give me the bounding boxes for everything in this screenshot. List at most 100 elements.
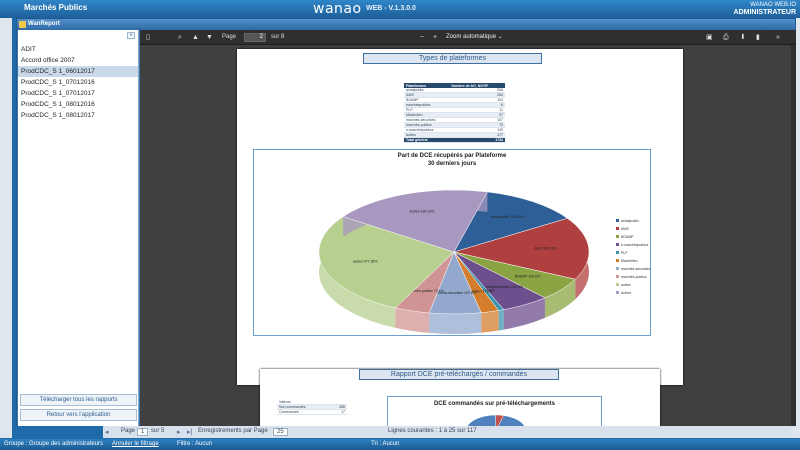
table-row: Commandés 17 xyxy=(277,409,347,415)
pdf-toolbar: ▯ ⌕ ▲ ▼ Page 2 sur 8 − + Zoom automatiqu… xyxy=(140,30,796,45)
next-page-arrow-icon[interactable]: ▼ xyxy=(206,34,213,41)
legend-swatch xyxy=(616,227,619,230)
orders-table: Valeurs Non commandés 388 Commandés 17 xyxy=(277,400,347,415)
page-label: Page xyxy=(222,34,237,40)
per-page-label: Enregistrements par Page xyxy=(198,428,268,434)
brand-logo: wanao xyxy=(313,1,362,17)
chevron-down-icon: ⌄ xyxy=(497,34,503,40)
table-cell: 1734 xyxy=(449,137,505,143)
tools-menu-icon[interactable]: » xyxy=(776,34,780,41)
report-list-item[interactable]: ProdCDC_S 1_08012016 xyxy=(18,99,138,110)
legend-label: achatpublic xyxy=(621,219,639,223)
legend-label: Maximilien xyxy=(621,259,638,263)
report-icon xyxy=(19,21,26,28)
legend-swatch xyxy=(616,259,619,262)
pie-slice-side xyxy=(481,310,499,333)
bookmark-icon[interactable]: ▮ xyxy=(756,34,760,41)
report-list: ADIT Accord office 2007 ProdCDC_S 1_060120… xyxy=(18,44,138,121)
report-list-item[interactable]: ProdCDC_S 1_08012017 xyxy=(18,110,138,121)
legend-label: AWS xyxy=(621,227,630,231)
app-title: Marchés Publics xyxy=(24,3,88,12)
report-list-item[interactable]: ADIT xyxy=(18,44,138,55)
next-page-icon[interactable]: ▸ xyxy=(177,428,181,436)
table-cell: Commandés xyxy=(277,409,330,415)
pie-data-label: autres 477 28% xyxy=(353,260,378,264)
legend-label: marchés-sécurisés xyxy=(621,267,651,271)
pie-slice-side xyxy=(498,309,504,331)
back-to-app-button[interactable]: Retour vers l'application xyxy=(20,409,137,421)
pie-chart-svg: achatpublic 206 12% AWS 284 16% BOAMP 104 … xyxy=(318,189,651,334)
user-line: WANAO WEB.IO xyxy=(750,2,796,8)
download-icon[interactable]: ⬇ xyxy=(740,34,746,41)
app-header: Marchés Publics wanao WEB - V.1.3.0.0 WA… xyxy=(0,0,800,18)
table-cell: Total général xyxy=(404,137,450,143)
pdf-page-2: Rapport DCE pré-téléchargés / commandés … xyxy=(260,369,660,426)
legend-label: autres xyxy=(621,283,631,287)
section-title: Rapport DCE pré-téléchargés / commandés xyxy=(359,369,559,380)
range-text: Lignes courantes : 1 à 25 sur 117 xyxy=(388,428,477,434)
last-page-icon[interactable]: ▸| xyxy=(187,428,192,436)
zoom-out-button[interactable]: − xyxy=(420,34,424,41)
pager-page-total: sur 5 xyxy=(151,428,165,434)
group-label: Groupe : Groupe des administrateurs xyxy=(4,441,104,447)
filter-label: Filtre : Aucun xyxy=(177,441,213,447)
report-panel: « ADIT Accord office 2007 ProdCDC_S 1_0601… xyxy=(18,30,139,426)
report-list-item[interactable]: ProdCDC_S 1_06012017 xyxy=(18,66,138,77)
pie-data-label: BOAMP 104 6% xyxy=(515,274,540,278)
report-list-item[interactable]: Accord office 2007 xyxy=(18,55,138,66)
report-list-item[interactable]: ProdCDC_S 1_07012017 xyxy=(18,88,138,99)
legend-label: e-marchéspublics xyxy=(621,243,649,247)
background-left-panel xyxy=(0,18,12,438)
pdf-page-1: Types de plateformes Plateformes Nombre … xyxy=(237,49,683,385)
legend-swatch xyxy=(616,219,619,222)
pie-data-label: Autres 335 19% xyxy=(409,209,434,213)
legend-label: BOAMP xyxy=(621,235,634,239)
first-page-icon[interactable]: ◂ xyxy=(105,428,109,436)
modal-title: WanReport xyxy=(28,21,60,27)
download-all-button[interactable]: Télécharger tous les rapports xyxy=(20,394,137,406)
pdf-viewer: ▯ ⌕ ▲ ▼ Page 2 sur 8 − + Zoom automatiqu… xyxy=(140,30,796,426)
modal-header: WanReport xyxy=(17,19,795,30)
table-cell: 17 xyxy=(329,409,347,415)
legend-swatch xyxy=(616,267,619,270)
per-page-select[interactable]: 25 xyxy=(273,428,288,436)
report-list-item[interactable]: ProdCDC_S 1_07012016 xyxy=(18,77,138,88)
legend-label: PLP xyxy=(621,251,628,255)
legend-swatch xyxy=(616,243,619,246)
legend-label: Autres xyxy=(621,291,631,295)
print-icon[interactable]: ⎙ xyxy=(723,34,729,41)
status-bar: Groupe : Groupe des administrateurs Annu… xyxy=(0,439,800,450)
platforms-table: Plateformes Nombre de AO_NOTIF achatpubl… xyxy=(404,83,505,143)
page-total: sur 8 xyxy=(271,34,285,40)
zoom-in-button[interactable]: + xyxy=(433,34,437,41)
pie-slice-side xyxy=(429,312,482,334)
wanreport-modal: WanReport « ADIT Accord office 2007 ProdCD… xyxy=(16,18,796,426)
search-icon[interactable]: ⌕ xyxy=(178,34,182,41)
pie-chart-svg xyxy=(467,414,525,426)
section-title: Types de plateformes xyxy=(363,53,542,64)
legend-swatch xyxy=(616,251,619,254)
collapse-panel-button[interactable]: « xyxy=(127,32,135,39)
legend-label: marchés-publics xyxy=(621,275,647,279)
user-info: WANAO WEB.IO ADMINISTRATEUR xyxy=(734,2,796,16)
zoom-select[interactable]: Zoom automatique ⌄ xyxy=(446,33,516,42)
pager-bar: ◂ Page 1 sur 5 ▸ ▸| Enregistrements par … xyxy=(103,426,793,438)
previous-page-icon[interactable]: ▲ xyxy=(192,34,199,41)
platform-pie-chart: Part de DCE récupérés par Plateforme 30 … xyxy=(253,149,651,336)
sort-label: Tri : Aucun xyxy=(371,441,400,447)
legend-swatch xyxy=(616,283,619,286)
pager-page-input[interactable]: 1 xyxy=(137,428,149,436)
cancel-filter-link[interactable]: Annuler le filtrage xyxy=(112,441,159,447)
legend-swatch xyxy=(616,275,619,278)
sidebar-toggle-icon[interactable]: ▯ xyxy=(146,34,150,41)
legend-swatch xyxy=(616,291,619,294)
pie-data-label: AWS 284 16% xyxy=(534,246,557,250)
version-label: WEB - V.1.3.0.0 xyxy=(366,5,416,12)
open-file-icon[interactable]: ▣ xyxy=(706,34,713,41)
page-number-input[interactable]: 2 xyxy=(244,33,266,42)
viewer-scrollbar[interactable] xyxy=(791,45,796,426)
table-row: Total général 1734 xyxy=(404,137,505,143)
user-role: ADMINISTRATEUR xyxy=(733,9,796,16)
zoom-value: Zoom automatique xyxy=(446,34,497,40)
pager-page-label: Page xyxy=(121,428,136,434)
